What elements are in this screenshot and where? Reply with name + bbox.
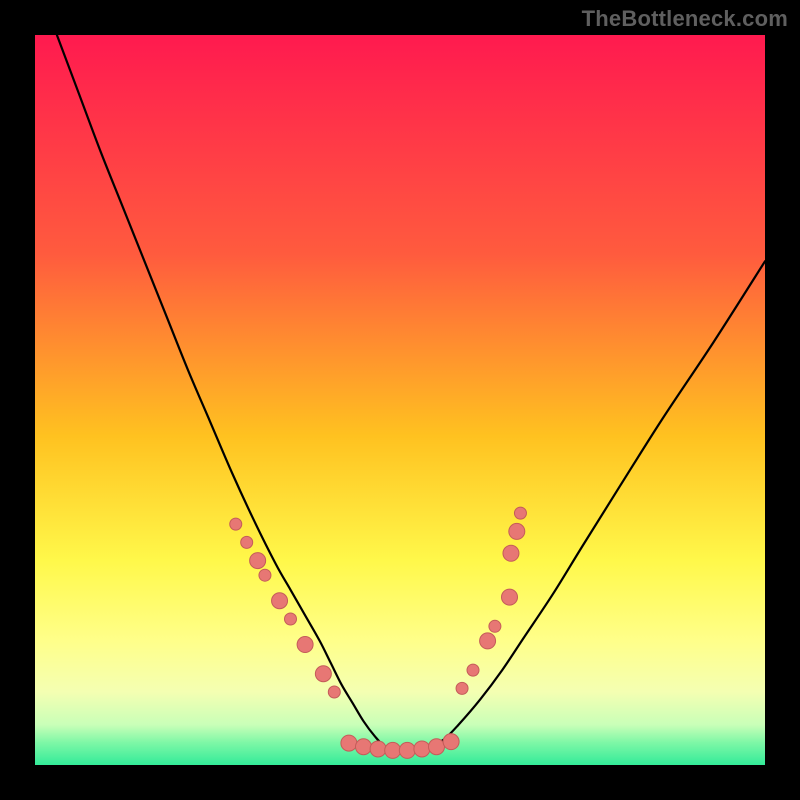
plot-area (35, 35, 765, 765)
watermark-text: TheBottleneck.com (582, 6, 788, 32)
background-gradient (35, 35, 765, 765)
